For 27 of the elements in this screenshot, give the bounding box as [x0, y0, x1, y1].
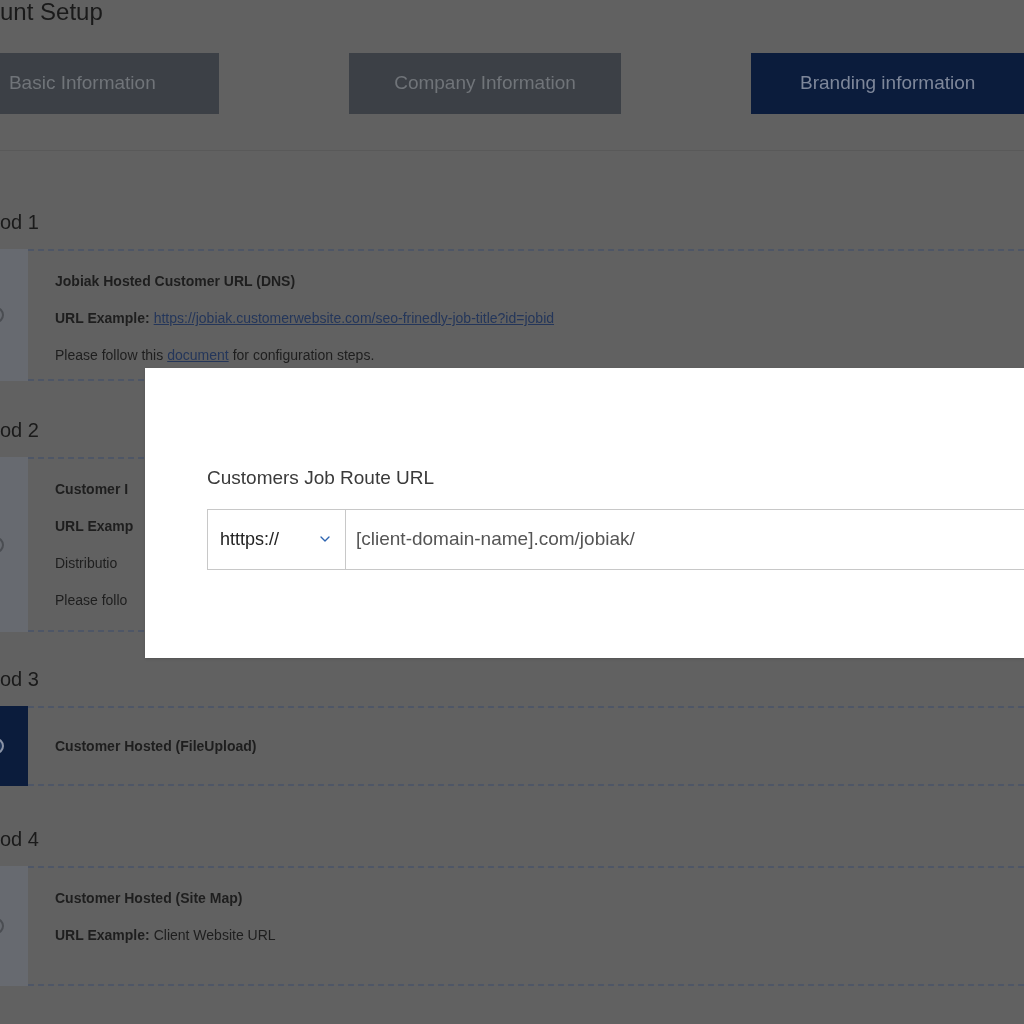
option-title: Customer Hosted (FileUpload): [55, 736, 258, 756]
method-heading: od 3: [0, 667, 40, 692]
option-strip[interactable]: [0, 457, 28, 632]
example-value: Client Website URL: [153, 926, 276, 945]
example-label: URL Example:: [55, 926, 150, 945]
field-label: Customers Job Route URL: [207, 466, 436, 490]
note-text: Please follow this: [55, 346, 164, 365]
method-heading: od 1: [0, 210, 40, 235]
option-text: Distributio: [55, 554, 119, 573]
option-title: Customer I: [55, 480, 130, 499]
method-heading: od 4: [0, 827, 40, 852]
option-strip[interactable]: [0, 706, 28, 786]
method-heading: od 2: [0, 418, 40, 443]
option-strip[interactable]: [0, 249, 28, 381]
url-input-field[interactable]: [client-domain-name].com/jobiak/: [346, 508, 1024, 570]
example-link[interactable]: https://jobiak.customerwebsite.com/seo-frinedly-job-title?id=jobid: [153, 308, 555, 329]
option-title: Customer Hosted (Site Map): [55, 889, 244, 908]
step-tab[interactable]: Branding information: [751, 53, 1024, 114]
option-title: Jobiak Hosted Customer URL (DNS): [55, 272, 297, 291]
page-title: unt Setup: [0, 0, 103, 27]
option-title: URL Examp: [55, 517, 135, 536]
option-strip[interactable]: [0, 866, 28, 986]
protocol-select[interactable]: htttps://: [207, 508, 346, 570]
option-text: Please follo: [55, 591, 129, 610]
note-text: for configuration steps.: [232, 346, 375, 365]
document-link[interactable]: document: [167, 345, 229, 366]
example-label: URL Example:: [55, 309, 150, 328]
